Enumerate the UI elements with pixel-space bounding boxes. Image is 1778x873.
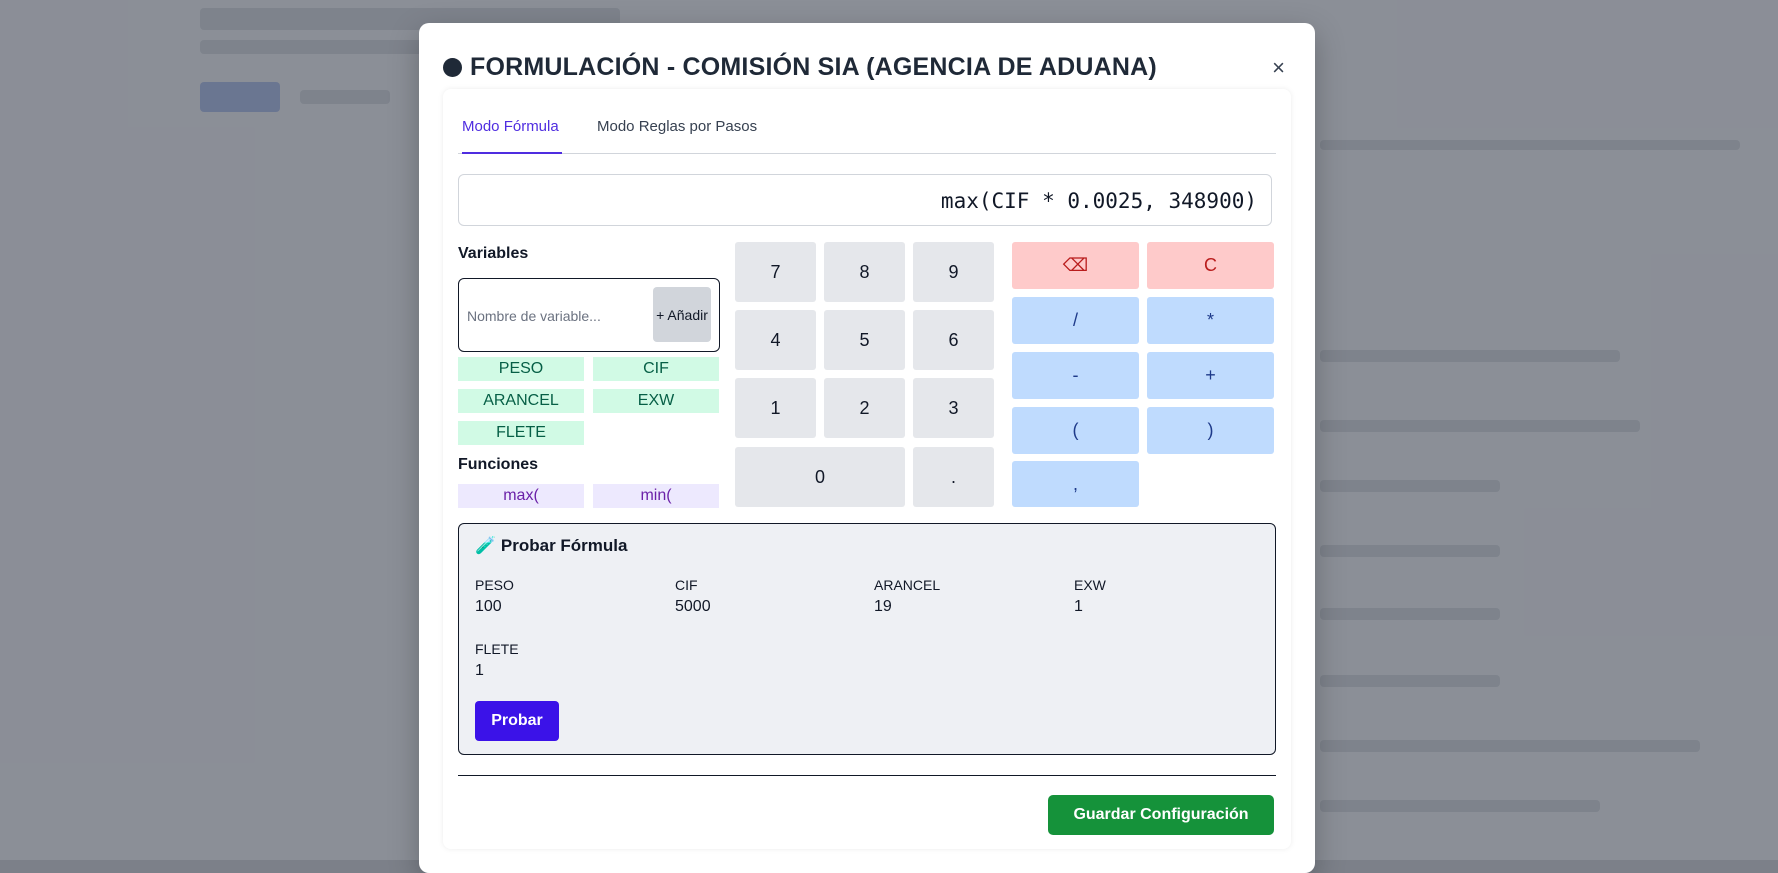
variable-chip-exw[interactable]: EXW [593, 389, 719, 413]
key-4[interactable]: 4 [735, 310, 816, 370]
key-close-paren[interactable]: ) [1147, 407, 1274, 454]
save-configuration-button[interactable]: Guardar Configuración [1048, 795, 1274, 835]
tab-formula-mode[interactable]: Modo Fórmula [462, 108, 562, 154]
test-field-input-peso[interactable]: 100 [475, 598, 502, 616]
modal-header: FORMULACIÓN - COMISIÓN SIA (AGENCIA DE A… [443, 53, 1157, 82]
variable-name-input[interactable] [465, 301, 637, 331]
key-1[interactable]: 1 [735, 378, 816, 438]
variable-chip-flete[interactable]: FLETE [458, 421, 584, 445]
formula-panel: Modo Fórmula Modo Reglas por Pasos max(C… [443, 89, 1291, 849]
key-9[interactable]: 9 [913, 242, 994, 302]
add-variable-button[interactable]: + Añadir [653, 287, 711, 342]
mode-tabs: Modo Fórmula Modo Reglas por Pasos [458, 108, 1276, 154]
formula-modal: FORMULACIÓN - COMISIÓN SIA (AGENCIA DE A… [419, 23, 1315, 873]
key-divide[interactable]: / [1012, 297, 1139, 344]
key-decimal[interactable]: . [913, 447, 994, 507]
close-button[interactable]: × [1272, 55, 1285, 81]
test-field-label-flete: FLETE [475, 641, 519, 657]
variable-chip-peso[interactable]: PESO [458, 357, 584, 381]
variable-chip-cif[interactable]: CIF [593, 357, 719, 381]
variable-chip-arancel[interactable]: ARANCEL [458, 389, 584, 413]
key-0[interactable]: 0 [735, 447, 905, 507]
variable-input-group: + Añadir [458, 278, 720, 352]
key-5[interactable]: 5 [824, 310, 905, 370]
modal-title: FORMULACIÓN - COMISIÓN SIA (AGENCIA DE A… [470, 53, 1157, 81]
key-7[interactable]: 7 [735, 242, 816, 302]
function-chip-max[interactable]: max( [458, 484, 584, 508]
test-field-label-peso: PESO [475, 577, 514, 593]
clear-button[interactable]: C [1147, 242, 1274, 289]
test-field-label-cif: CIF [675, 577, 698, 593]
test-field-input-exw[interactable]: 1 [1074, 598, 1083, 616]
test-field-input-arancel[interactable]: 19 [874, 598, 892, 616]
variables-label: Variables [458, 245, 529, 262]
test-formula-button[interactable]: Probar [475, 701, 559, 741]
test-field-input-cif[interactable]: 5000 [675, 598, 711, 616]
key-6[interactable]: 6 [913, 310, 994, 370]
test-field-input-flete[interactable]: 1 [475, 662, 484, 680]
function-chip-min[interactable]: min( [593, 484, 719, 508]
key-comma[interactable]: , [1012, 461, 1139, 507]
key-2[interactable]: 2 [824, 378, 905, 438]
backspace-icon[interactable]: ⌫ [1012, 242, 1139, 289]
test-field-label-arancel: ARANCEL [874, 577, 941, 593]
footer-divider [458, 775, 1276, 776]
status-dot-icon [443, 58, 462, 77]
key-8[interactable]: 8 [824, 242, 905, 302]
functions-label: Funciones [458, 456, 539, 473]
test-formula-title: 🧪 Probar Fórmula [475, 536, 628, 555]
key-multiply[interactable]: * [1147, 297, 1274, 344]
key-plus[interactable]: + [1147, 352, 1274, 399]
test-formula-panel: 🧪 Probar Fórmula PESO 100 CIF 5000 ARANC… [458, 523, 1276, 755]
test-field-label-exw: EXW [1074, 577, 1106, 593]
key-minus[interactable]: - [1012, 352, 1139, 399]
key-open-paren[interactable]: ( [1012, 407, 1139, 454]
key-3[interactable]: 3 [913, 378, 994, 438]
formula-display[interactable]: max(CIF * 0.0025, 348900) [458, 174, 1272, 226]
tab-step-rules-mode[interactable]: Modo Reglas por Pasos [597, 108, 757, 152]
